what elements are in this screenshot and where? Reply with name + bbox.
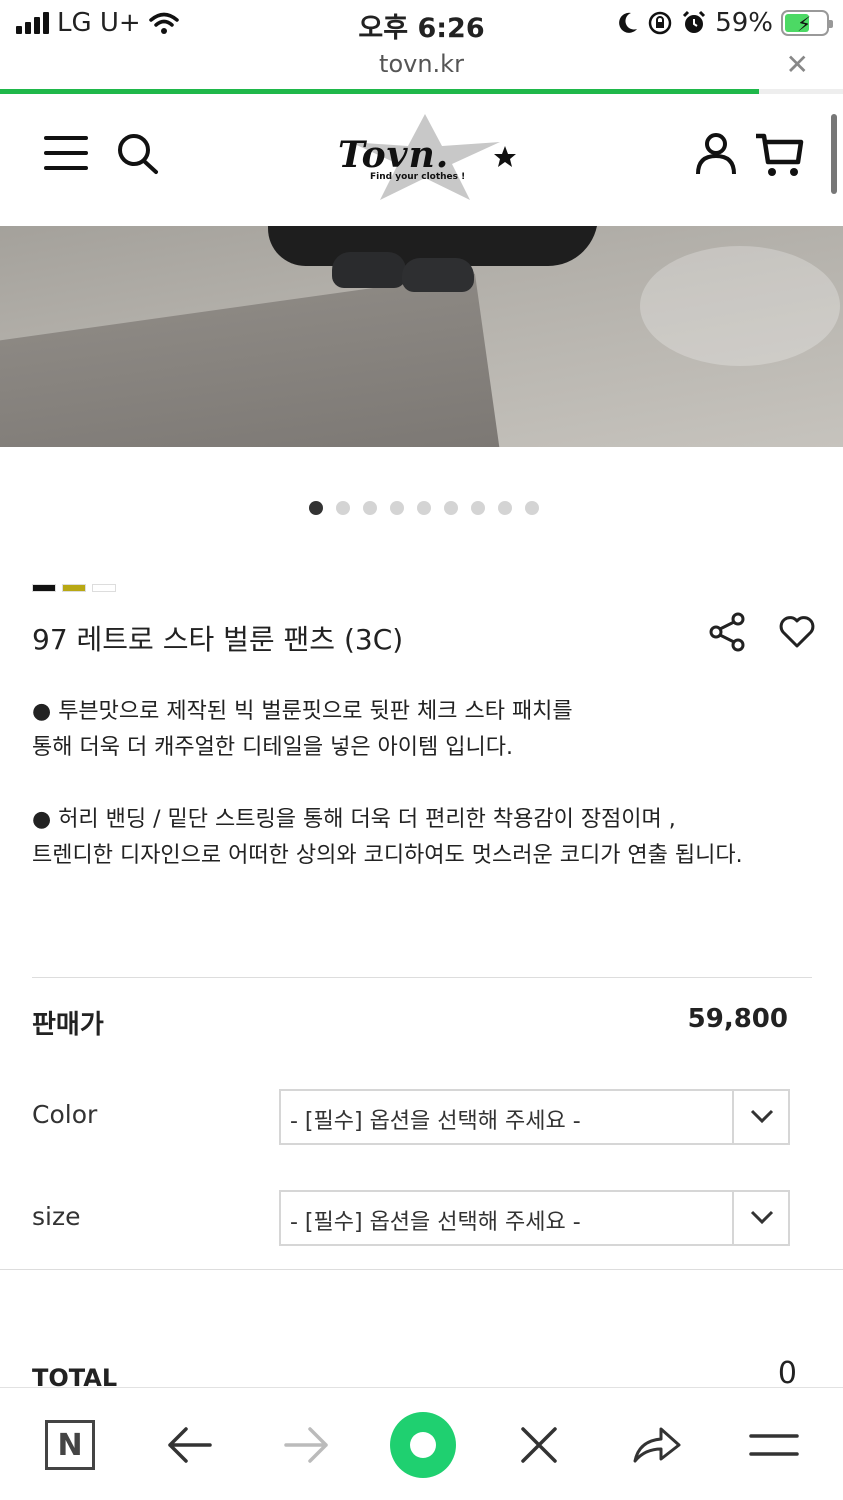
gallery-dot[interactable] <box>443 501 458 515</box>
heart-icon[interactable] <box>779 615 815 649</box>
option-label-size: size <box>32 1202 81 1231</box>
gallery-dot[interactable] <box>389 501 404 515</box>
section-divider <box>32 977 812 978</box>
gallery-dot[interactable] <box>308 501 323 515</box>
gallery-dot[interactable] <box>497 501 512 515</box>
search-icon[interactable] <box>116 132 160 176</box>
description-line: 트렌디한 디자인으로 어떠한 상의와 코디하여도 멋스러운 코디가 연출 됩니다… <box>32 843 743 868</box>
logo-tagline: Find your clothes ! <box>370 172 466 182</box>
color-select[interactable]: - [필수] 옵션을 선택해 주세요 - <box>279 1089 790 1145</box>
color-swatch <box>92 584 116 592</box>
close-icon[interactable]: ✕ <box>786 48 809 81</box>
back-arrow-icon[interactable] <box>164 1410 214 1480</box>
cart-icon[interactable] <box>754 132 804 178</box>
naver-home-icon[interactable]: N <box>44 1410 96 1480</box>
product-title: 97 레트로 스타 벌룬 팬츠 (3C) <box>32 623 404 656</box>
color-swatch <box>32 584 56 592</box>
scroll-indicator <box>831 114 837 194</box>
battery-percent: 59% <box>715 8 773 38</box>
option-label-color: Color <box>32 1100 98 1129</box>
color-select-value: - [필수] 옵션을 선택해 주세요 - <box>290 1109 581 1134</box>
description-paragraph: ● 투븐맛으로 제작된 빅 벌룬핏으로 뒷판 체크 스타 패치를 통해 더욱 더… <box>32 694 812 766</box>
chevron-down-icon[interactable] <box>732 1091 788 1143</box>
gallery-dot[interactable] <box>524 501 539 515</box>
size-select-value: - [필수] 옵션을 선택해 주세요 - <box>290 1210 581 1235</box>
section-divider <box>0 1269 843 1270</box>
share-icon[interactable] <box>630 1410 684 1480</box>
color-swatch <box>62 584 86 592</box>
color-swatches <box>32 584 116 592</box>
price-label: 판매가 <box>32 1010 104 1040</box>
green-dot-button[interactable] <box>389 1410 457 1480</box>
site-header: Tovn. Find your clothes ! <box>0 94 843 226</box>
size-select[interactable]: - [필수] 옵션을 선택해 주세요 - <box>279 1190 790 1246</box>
moon-icon <box>619 12 638 33</box>
site-logo[interactable]: Tovn. Find your clothes ! <box>330 112 520 204</box>
close-icon[interactable] <box>516 1410 562 1480</box>
rotation-lock-icon <box>648 11 672 35</box>
description-paragraph: ● 허리 밴딩 / 밑단 스트링을 통해 더욱 더 편리한 착용감이 장점이며 … <box>32 802 812 874</box>
chevron-down-icon[interactable] <box>732 1192 788 1244</box>
total-value: 0 <box>777 1356 797 1391</box>
menu-icon[interactable] <box>748 1410 800 1480</box>
gallery-pagination[interactable] <box>0 501 843 515</box>
alarm-icon <box>683 10 706 33</box>
user-icon[interactable] <box>695 132 737 176</box>
browser-bottom-bar: N <box>0 1387 843 1500</box>
price-value: 59,800 <box>687 1004 788 1034</box>
gallery-dot[interactable] <box>416 501 431 515</box>
url-text[interactable]: tovn.kr <box>0 50 843 78</box>
gallery-dot[interactable] <box>362 501 377 515</box>
product-image[interactable] <box>0 226 843 447</box>
gallery-dot[interactable] <box>335 501 350 515</box>
url-bar[interactable]: tovn.kr ✕ <box>0 46 843 90</box>
product-description: ● 투븐맛으로 제작된 빅 벌룬핏으로 뒷판 체크 스타 패치를 통해 더욱 더… <box>32 694 812 910</box>
description-line: ● 투븐맛으로 제작된 빅 벌룬핏으로 뒷판 체크 스타 패치를 <box>32 699 573 724</box>
status-bar: LG U+ 오후 6:26 59% ⚡ <box>0 0 843 46</box>
description-line: 통해 더욱 더 캐주얼한 디테일을 넣은 아이템 입니다. <box>32 735 513 760</box>
menu-icon[interactable] <box>44 136 88 170</box>
gallery-dot[interactable] <box>470 501 485 515</box>
share-icon[interactable] <box>708 612 746 652</box>
forward-arrow-icon[interactable] <box>282 1410 332 1480</box>
naver-home-label: N <box>45 1420 95 1470</box>
battery-icon: ⚡ <box>781 10 833 36</box>
logo-wordmark: Tovn. <box>338 134 450 176</box>
status-right: 59% ⚡ <box>617 8 833 38</box>
description-line: ● 허리 밴딩 / 밑단 스트링을 통해 더욱 더 편리한 착용감이 장점이며 … <box>32 807 676 832</box>
